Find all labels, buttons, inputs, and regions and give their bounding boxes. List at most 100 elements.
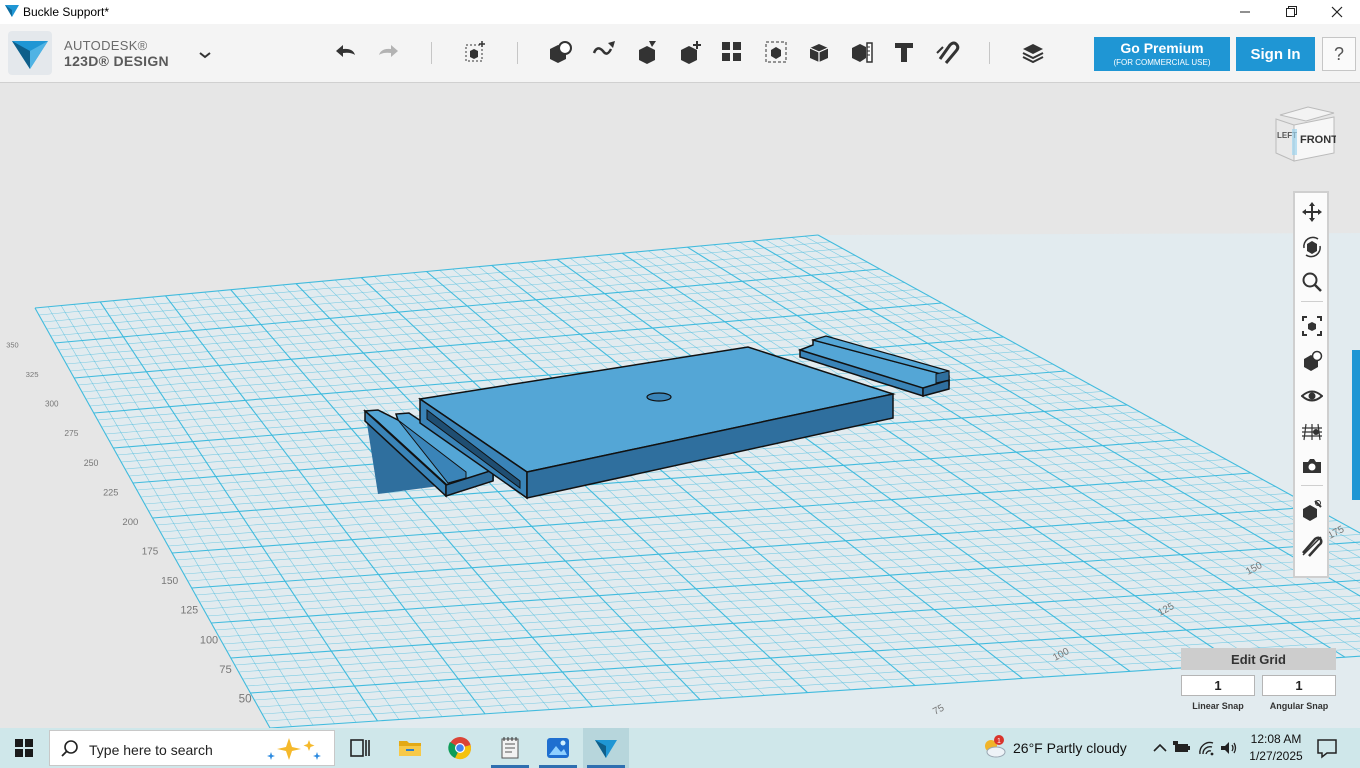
minimize-icon <box>1240 11 1250 13</box>
text-button[interactable] <box>888 36 920 68</box>
pattern-icon <box>722 42 741 61</box>
grid-plane <box>34 233 1360 728</box>
measure-button[interactable] <box>846 36 878 68</box>
wifi-icon[interactable] <box>1197 738 1217 758</box>
app-menu-logo-icon[interactable] <box>8 31 52 75</box>
grid-axis-label: 100 <box>200 634 218 646</box>
sketch-button[interactable] <box>588 36 620 68</box>
side-panel-tab[interactable] <box>1352 350 1360 500</box>
material-toggle-icon <box>1303 500 1322 521</box>
grouping-button[interactable] <box>760 36 792 68</box>
linear-snap-label: Linear Snap <box>1192 701 1244 711</box>
edit-grid-panel: Edit Grid 1 1 Linear Snap Angular Snap <box>1181 648 1337 716</box>
snap-toggle-icon <box>1302 536 1323 557</box>
text-icon <box>895 43 913 62</box>
material-toggle-button[interactable] <box>1299 497 1325 523</box>
angular-snap-input[interactable]: 1 <box>1262 675 1336 696</box>
grid-scene[interactable]: 5075100125150175200225250275300325350751… <box>0 83 1360 728</box>
maximize-icon <box>1286 6 1297 17</box>
grid-axis-label: 275 <box>64 428 78 438</box>
snap-icon <box>936 41 960 64</box>
toolbar-divider <box>517 42 518 64</box>
grid-axis-label: 75 <box>219 664 232 676</box>
grid-axis-label: 350 <box>6 340 18 349</box>
combine-icon <box>809 44 829 62</box>
grid-axis-label: 150 <box>161 576 178 587</box>
chevron-up-icon[interactable] <box>1150 738 1170 758</box>
weather-badge: 1 <box>997 738 1001 745</box>
search-icon <box>61 740 78 757</box>
start-button[interactable] <box>0 728 48 768</box>
pattern-button[interactable] <box>716 36 748 68</box>
chrome-button[interactable] <box>437 728 483 768</box>
undo-icon <box>336 45 355 57</box>
file-explorer-button[interactable] <box>387 728 433 768</box>
main-toolbar: AUTODESK® 123D® DESIGN Go Premium (FOR C… <box>0 24 1360 83</box>
nav-divider <box>1301 485 1323 486</box>
grid-axis-label: 200 <box>122 517 138 528</box>
view-mode-button[interactable] <box>1299 348 1325 374</box>
grid-axis-label: 300 <box>45 400 59 409</box>
folder-icon <box>399 741 421 756</box>
weather-text[interactable]: 26°F Partly cloudy <box>1013 740 1127 756</box>
redo-button[interactable] <box>372 36 404 68</box>
notepad-button[interactable] <box>487 728 533 768</box>
minimize-button[interactable] <box>1222 0 1268 24</box>
go-premium-sublabel: (FOR COMMERCIAL USE) <box>1113 58 1211 67</box>
taskbar-search-box[interactable]: Type here to search <box>49 730 335 766</box>
chrome-icon <box>448 737 471 760</box>
screenshot-button[interactable] <box>1299 453 1325 479</box>
view-cube[interactable]: LEFT FRONT <box>1272 105 1336 167</box>
go-premium-button[interactable]: Go Premium (FOR COMMERCIAL USE) <box>1094 37 1230 71</box>
title-bar: Buckle Support* <box>0 0 1360 24</box>
photos-icon <box>547 738 569 758</box>
transform-icon <box>465 41 485 62</box>
chevron-down-icon[interactable] <box>197 47 213 63</box>
search-highlight-icon <box>267 738 321 760</box>
material-button[interactable] <box>1017 36 1049 68</box>
sign-in-button[interactable]: Sign In <box>1236 37 1315 71</box>
3d-viewport[interactable]: 50 75 100 125 150 175 200 225 250 275 300 325 350 75 1… <box>0 83 1360 728</box>
volume-icon[interactable] <box>1219 738 1239 758</box>
snap-button[interactable] <box>931 36 963 68</box>
grid-axis-label: 325 <box>26 370 39 379</box>
grid-axis-label: 250 <box>84 458 99 468</box>
pan-button[interactable] <box>1299 199 1325 225</box>
pan-icon <box>1302 202 1322 222</box>
battery-icon[interactable] <box>1172 738 1192 758</box>
fit-button[interactable] <box>1299 313 1325 339</box>
orbit-icon <box>1303 236 1321 258</box>
view-cube-front-label: FRONT <box>1300 134 1336 146</box>
modify-icon <box>681 41 701 64</box>
notepad-icon <box>501 737 519 759</box>
nav-divider <box>1301 301 1323 302</box>
photos-button[interactable] <box>535 728 581 768</box>
construct-button[interactable] <box>631 36 663 68</box>
sketch-icon <box>592 41 615 55</box>
window-title: Buckle Support* <box>23 5 110 19</box>
task-view-icon <box>350 739 370 757</box>
notification-icon[interactable] <box>1316 737 1338 759</box>
orbit-button[interactable] <box>1299 234 1325 260</box>
123d-design-icon <box>595 740 617 758</box>
visibility-button[interactable] <box>1299 383 1325 409</box>
transform-button[interactable] <box>459 36 491 68</box>
weather-icon[interactable]: 1 <box>981 734 1007 760</box>
primitives-button[interactable] <box>544 36 576 68</box>
undo-button[interactable] <box>330 36 362 68</box>
snap-toggle-button[interactable] <box>1299 533 1325 559</box>
close-button[interactable] <box>1314 0 1360 24</box>
maximize-button[interactable] <box>1268 0 1314 24</box>
grid-axis-label: 125 <box>181 605 199 617</box>
edit-grid-button[interactable]: Edit Grid <box>1181 648 1336 670</box>
combine-button[interactable] <box>803 36 835 68</box>
123d-design-button[interactable] <box>583 728 629 768</box>
system-clock[interactable]: 12:08 AM 1/27/2025 <box>1238 731 1314 765</box>
grouping-icon <box>765 41 787 63</box>
task-view-button[interactable] <box>337 728 383 768</box>
help-button[interactable]: ? <box>1322 37 1356 71</box>
grid-visibility-button[interactable] <box>1299 418 1325 444</box>
modify-button[interactable] <box>674 36 706 68</box>
zoom-button[interactable] <box>1299 269 1325 295</box>
linear-snap-input[interactable]: 1 <box>1181 675 1255 696</box>
